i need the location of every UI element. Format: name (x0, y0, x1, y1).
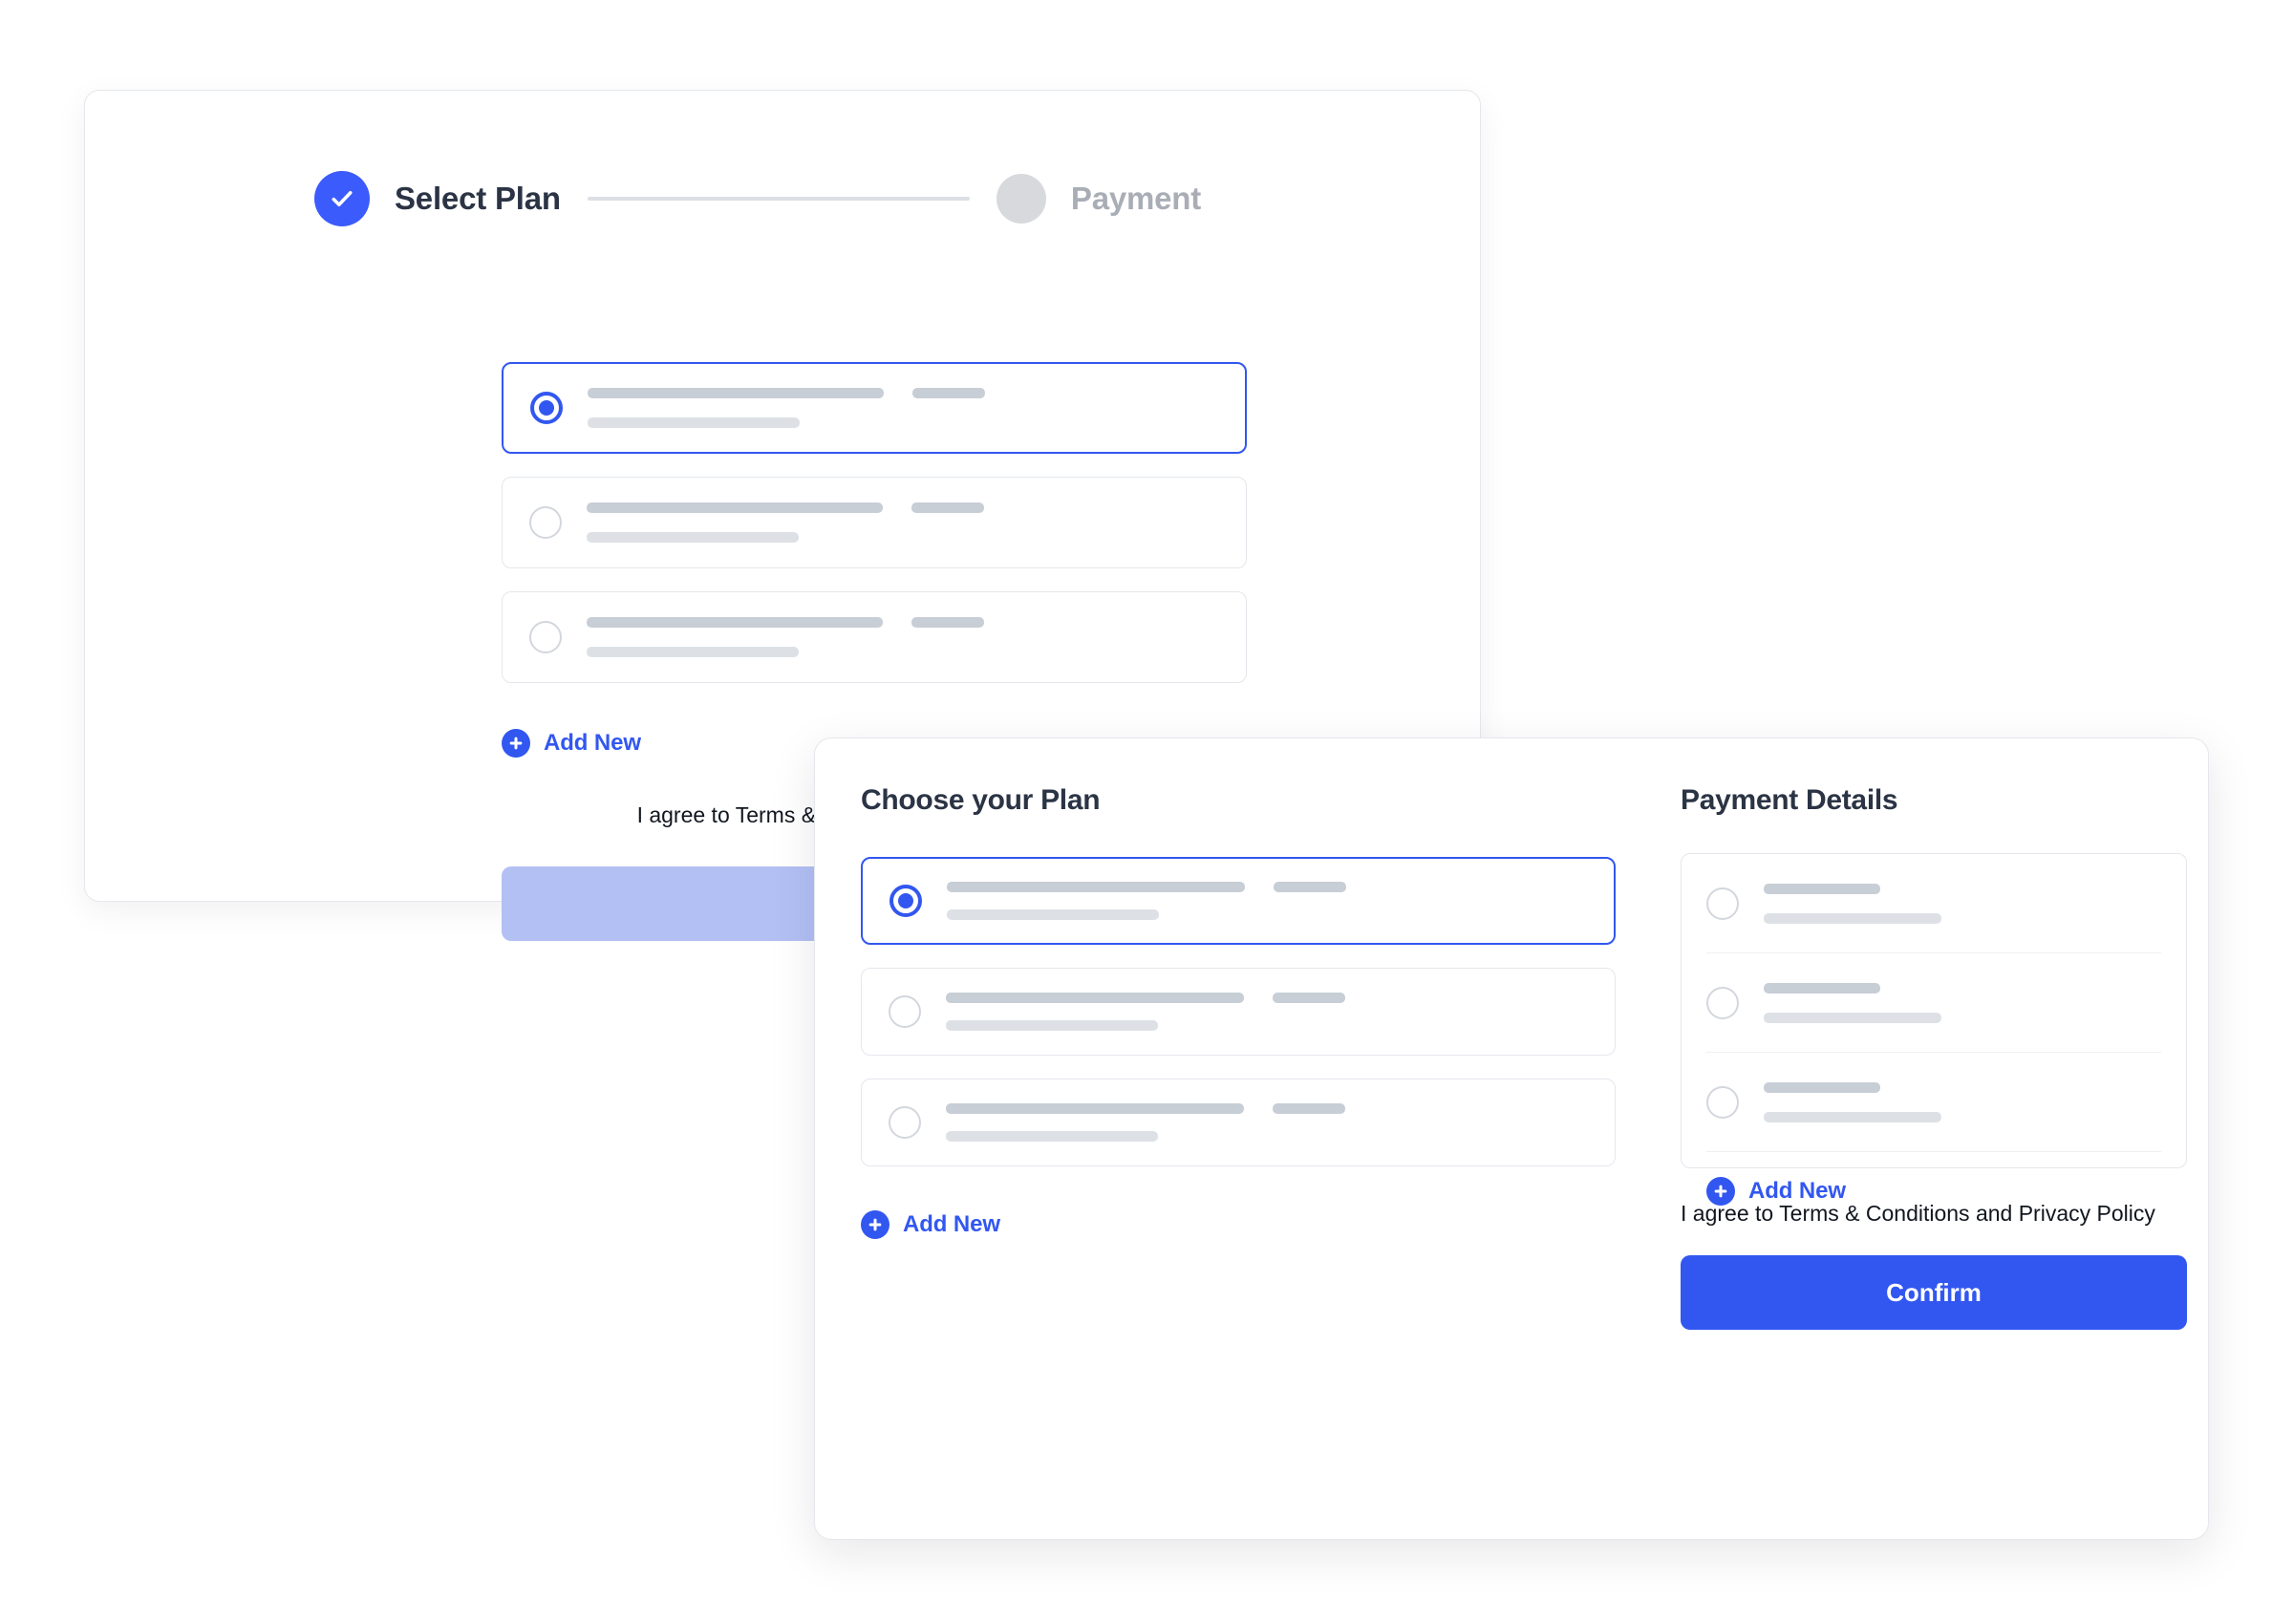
add-new-plan-button[interactable]: Add New (861, 1210, 1000, 1239)
payment-details-column: Payment Details Add New I agree to Terms… (1681, 784, 2187, 1497)
plan-option-row[interactable] (502, 362, 1247, 454)
stepper-connector-line (587, 197, 970, 201)
front-confirm-button[interactable]: Confirm (1681, 1255, 2187, 1330)
choose-plan-title: Choose your Plan (861, 784, 1101, 816)
plan-radio[interactable] (529, 506, 562, 539)
payment-radio[interactable] (1706, 1085, 1739, 1119)
plan-subtitle-skeleton (947, 909, 1159, 920)
payment-method-list: Add New (1681, 853, 2187, 1206)
plan-skeleton-content (946, 1103, 1615, 1142)
payment-method-row[interactable] (1706, 1053, 2161, 1152)
add-new-plan-label: Add New (903, 1211, 1000, 1237)
step-payment-indicator[interactable] (996, 174, 1046, 224)
payment-subtitle-skeleton (1764, 912, 1941, 924)
plan-title-skeleton (587, 502, 883, 513)
plan-skeleton-content (946, 993, 1615, 1031)
plan-title-skeleton (946, 993, 1244, 1003)
plan-subtitle-skeleton (588, 417, 800, 428)
plan-radio[interactable] (889, 1106, 921, 1139)
add-new-plan-label: Add New (544, 730, 641, 756)
check-icon (328, 184, 356, 213)
plan-price-skeleton (912, 388, 985, 398)
plan-option-row[interactable] (502, 477, 1247, 568)
plan-skeleton-content (588, 388, 1245, 428)
plan-radio[interactable] (889, 995, 921, 1028)
plan-radio-selected[interactable] (889, 885, 922, 917)
plus-circle-icon (861, 1210, 889, 1239)
step-payment-label: Payment (1070, 181, 1202, 216)
front-plan-list (861, 857, 1616, 1166)
plan-subtitle-skeleton (587, 647, 799, 657)
plan-price-skeleton (911, 502, 984, 513)
add-new-plan-button[interactable]: Add New (502, 729, 641, 758)
payment-title-skeleton (1764, 883, 1880, 894)
payment-radio[interactable] (1706, 986, 1739, 1019)
plan-skeleton-content (587, 502, 1246, 543)
step-select-plan-indicator[interactable] (314, 171, 370, 226)
plan-option-row[interactable] (861, 857, 1616, 945)
plan-option-row[interactable] (502, 591, 1247, 683)
payment-title-skeleton (1764, 982, 1880, 994)
plan-subtitle-skeleton (946, 1131, 1158, 1142)
plan-radio[interactable] (529, 621, 562, 653)
payment-radio[interactable] (1706, 887, 1739, 920)
plan-price-skeleton (1273, 993, 1345, 1003)
plan-title-skeleton (946, 1103, 1244, 1114)
plus-circle-icon (502, 729, 530, 758)
payment-title-skeleton (1764, 1081, 1880, 1093)
plan-subtitle-skeleton (587, 532, 799, 543)
payment-method-row[interactable] (1706, 854, 2161, 953)
checkout-stepper: Select Plan Payment (314, 171, 1201, 226)
plan-title-skeleton (947, 882, 1245, 892)
payment-subtitle-skeleton (1764, 1012, 1941, 1023)
payment-details-title: Payment Details (1681, 784, 1898, 816)
payment-method-row[interactable] (1706, 953, 2161, 1053)
plan-option-row[interactable] (861, 968, 1616, 1056)
plan-price-skeleton (1273, 1103, 1345, 1114)
payment-skeleton-content (1764, 1081, 1941, 1122)
plan-skeleton-content (947, 882, 1614, 920)
payment-skeleton-content (1764, 883, 1941, 924)
payment-skeleton-content (1764, 982, 1941, 1023)
front-checkout-card: Choose your Plan Add New Payment Details… (814, 737, 2209, 1540)
plan-radio-selected[interactable] (530, 392, 563, 424)
step-select-plan-label: Select Plan (395, 181, 561, 216)
plan-subtitle-skeleton (946, 1020, 1158, 1031)
payment-subtitle-skeleton (1764, 1111, 1941, 1122)
plan-skeleton-content (587, 617, 1246, 657)
back-plan-list (502, 362, 1247, 706)
plan-title-skeleton (588, 388, 884, 398)
front-terms-text: I agree to Terms & Conditions and Privac… (1681, 1201, 2155, 1226)
page-root: Select Plan Payment Add New I agree to T… (0, 0, 2293, 1624)
choose-plan-column: Choose your Plan Add New (861, 784, 1616, 1497)
plan-option-row[interactable] (861, 1079, 1616, 1166)
plan-price-skeleton (1274, 882, 1346, 892)
plan-title-skeleton (587, 617, 883, 628)
plan-price-skeleton (911, 617, 984, 628)
